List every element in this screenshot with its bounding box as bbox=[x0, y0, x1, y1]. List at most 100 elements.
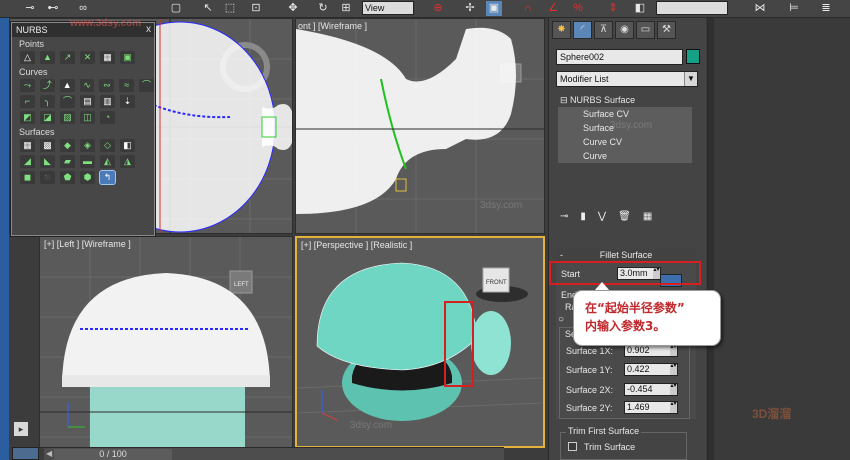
viewport-perspective-label[interactable]: [+] [Perspective ] [Realistic ] bbox=[301, 240, 412, 250]
mini-listener-button[interactable] bbox=[12, 447, 39, 460]
offset-curve-icon[interactable]: ≈ bbox=[119, 79, 135, 92]
extrude-surf-icon[interactable]: ◢ bbox=[20, 155, 35, 168]
stack-item-curve-cv[interactable]: Curve CV bbox=[558, 135, 692, 149]
configure-modifier-sets-icon[interactable]: ▦ bbox=[643, 211, 652, 222]
two-rail-sweep-icon[interactable]: ◾ bbox=[40, 171, 55, 184]
snaps-toggle-icon[interactable]: ∩ bbox=[520, 1, 536, 16]
motion-tab[interactable]: ◉ bbox=[615, 21, 634, 39]
panel-scrollbar[interactable] bbox=[708, 18, 714, 460]
viewport-left-label[interactable]: [+] [Left ] [Wireframe ] bbox=[44, 239, 131, 249]
stack-root-item[interactable]: ⊟ NURBS Surface bbox=[556, 94, 698, 107]
link-icon[interactable]: ⊸ bbox=[22, 1, 38, 16]
cv-surf-icon[interactable]: ▦ bbox=[20, 139, 35, 152]
curve-point-icon[interactable]: ↗ bbox=[60, 51, 75, 64]
stack-item-curve[interactable]: Curve bbox=[558, 149, 692, 163]
curve-curve-point-icon[interactable]: ✕ bbox=[80, 51, 95, 64]
percent-snap-icon[interactable]: % bbox=[570, 1, 586, 16]
surf-surf-intersect-icon[interactable]: ⌒ bbox=[60, 95, 75, 108]
surf-curve-point-icon[interactable]: ▣ bbox=[120, 51, 135, 64]
object-name-field[interactable]: Sphere002 bbox=[556, 49, 683, 65]
surf-edge-curve-icon[interactable]: ◫ bbox=[80, 111, 95, 124]
multi-sided-blend-icon[interactable]: ⬟ bbox=[60, 171, 75, 184]
transform-curve-icon[interactable]: ∿ bbox=[79, 79, 95, 92]
align-icon[interactable]: ⊨ bbox=[786, 1, 802, 16]
surf-offset-curve-icon[interactable]: ▨ bbox=[60, 111, 75, 124]
viewport-front-label[interactable]: ont ] [Wireframe ] bbox=[298, 21, 367, 31]
layer-manager-icon[interactable]: ≣ bbox=[818, 1, 834, 16]
move-icon[interactable]: ✥ bbox=[285, 1, 301, 16]
u-iso-curve-icon[interactable]: ▤ bbox=[80, 95, 95, 108]
rect-region-icon[interactable]: ⬚ bbox=[222, 1, 238, 16]
lathe-surf-icon[interactable]: ◣ bbox=[40, 155, 55, 168]
surf-point-icon[interactable]: ▦ bbox=[100, 51, 115, 64]
select-by-name-icon[interactable]: ↖ bbox=[200, 1, 216, 16]
reference-coord-dropdown[interactable]: View bbox=[362, 1, 414, 15]
spinner-arrows-icon[interactable]: ▴▾ bbox=[670, 401, 677, 413]
blend-surf-icon[interactable]: ◈ bbox=[80, 139, 95, 152]
scale-icon[interactable]: ⊞ bbox=[338, 1, 354, 16]
trim-surface-checkbox[interactable] bbox=[568, 442, 577, 451]
mirror-curve-icon[interactable]: ⌒ bbox=[139, 79, 155, 92]
surface-2y-spinner[interactable]: 1.469 ▴▾ bbox=[624, 401, 678, 414]
display-tab[interactable]: ▭ bbox=[636, 21, 655, 39]
cv-on-surf-icon[interactable]: ◩ bbox=[20, 111, 35, 124]
transform-surf-icon[interactable]: ◆ bbox=[60, 139, 75, 152]
show-end-result-icon[interactable]: ▮ bbox=[580, 211, 586, 222]
multi-curve-trim-icon[interactable]: ⬢ bbox=[80, 171, 95, 184]
spinner-arrows-icon[interactable]: ▴▾ bbox=[670, 344, 677, 356]
one-rail-sweep-icon[interactable]: ◼ bbox=[20, 171, 35, 184]
viewport-perspective[interactable]: FRONT [+] [Perspective ] [Realistic ] bbox=[295, 236, 545, 448]
named-selection-field[interactable] bbox=[656, 1, 728, 15]
offset-surf-icon[interactable]: ◇ bbox=[100, 139, 115, 152]
ruled-surf-icon[interactable]: ▰ bbox=[60, 155, 75, 168]
stack-item-surface-cv[interactable]: Surface CV bbox=[558, 107, 692, 121]
viewport-left[interactable]: LEFT [+] [Left ] [Wireframe ] bbox=[39, 236, 293, 448]
unlink-icon[interactable]: ⊷ bbox=[45, 1, 61, 16]
modify-tab[interactable]: ◜ bbox=[573, 21, 592, 39]
make-unique-icon[interactable]: ⋁ bbox=[598, 211, 606, 222]
normal-projected-icon[interactable]: ⇣ bbox=[120, 95, 135, 108]
fillet-curve-icon[interactable]: ╮ bbox=[40, 95, 55, 108]
fit-curve-icon[interactable]: ▲ bbox=[59, 79, 75, 92]
point-surf-icon[interactable]: ▩ bbox=[40, 139, 55, 152]
keyboard-shortcut-icon[interactable]: ▣ bbox=[486, 1, 502, 16]
chevron-left-icon[interactable]: ◀ bbox=[46, 448, 52, 460]
utilities-tab[interactable]: ⚒ bbox=[657, 21, 676, 39]
close-icon[interactable]: x bbox=[146, 23, 151, 37]
named-selection-icon[interactable]: ◧ bbox=[632, 1, 648, 16]
time-slider[interactable]: ◀ 0 / 100 bbox=[44, 447, 504, 460]
mirror-icon[interactable]: ⋈ bbox=[752, 1, 768, 16]
pivot-icon[interactable]: ⊕ bbox=[430, 1, 446, 16]
uv-loft-icon[interactable]: ◮ bbox=[120, 155, 135, 168]
object-color-swatch[interactable] bbox=[686, 49, 700, 64]
curve-extra-icon[interactable]: ◔ bbox=[100, 111, 115, 124]
create-tab[interactable]: ✸ bbox=[552, 21, 571, 39]
spinner-snap-icon[interactable]: ⇕ bbox=[605, 1, 621, 16]
point-on-surf-icon[interactable]: ◪ bbox=[40, 111, 55, 124]
chevron-down-icon[interactable]: ▼ bbox=[684, 72, 697, 86]
chamfer-curve-icon[interactable]: ⌐ bbox=[20, 95, 35, 108]
rotate-icon[interactable]: ↻ bbox=[315, 1, 331, 16]
u-loft-icon[interactable]: ◭ bbox=[100, 155, 115, 168]
pin-stack-icon[interactable]: ⊸ bbox=[560, 211, 568, 222]
modifier-list-dropdown[interactable]: Modifier List ▼ bbox=[556, 71, 698, 87]
window-crossing-icon[interactable]: ⊡ bbox=[248, 1, 264, 16]
spinner-arrows-icon[interactable]: ▴▾ bbox=[670, 383, 677, 395]
surface-1y-spinner[interactable]: 0.422 ▴▾ bbox=[624, 363, 678, 376]
cv-curve-icon[interactable]: ⤳ bbox=[20, 79, 35, 92]
remove-modifier-icon[interactable]: 🗑 bbox=[618, 211, 631, 222]
offset-point-icon[interactable]: ▲ bbox=[40, 51, 55, 64]
blend-curve-icon[interactable]: ∾ bbox=[99, 79, 115, 92]
spinner-arrows-icon[interactable]: ▴▾ bbox=[670, 363, 677, 375]
fillet-surf-icon[interactable]: ↰ bbox=[99, 170, 116, 185]
cap-surf-icon[interactable]: ▬ bbox=[80, 155, 95, 168]
radio-icon[interactable]: ○ bbox=[558, 314, 564, 325]
point-icon[interactable]: △ bbox=[20, 51, 35, 64]
point-curve-icon[interactable]: ⤴ bbox=[39, 79, 55, 92]
surface-2x-spinner[interactable]: -0.454 ▴▾ bbox=[624, 383, 678, 396]
hierarchy-tab[interactable]: ⊼ bbox=[594, 21, 613, 39]
play-forward-icon[interactable]: ▸ bbox=[14, 422, 28, 436]
select-object-icon[interactable]: ▢ bbox=[168, 1, 184, 16]
angle-snap-icon[interactable]: ∠ bbox=[545, 1, 561, 16]
v-iso-curve-icon[interactable]: ▥ bbox=[100, 95, 115, 108]
